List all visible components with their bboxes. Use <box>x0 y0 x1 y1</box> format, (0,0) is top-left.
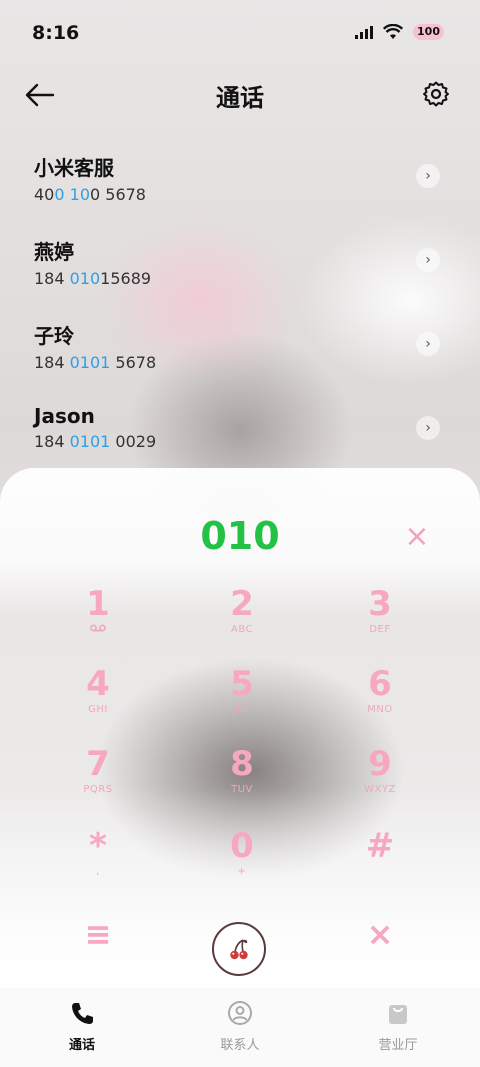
collapse-button[interactable]: × <box>330 914 430 984</box>
clear-button[interactable]: × <box>404 522 430 552</box>
contact-number: 184 0101 0029 <box>34 432 157 451</box>
contact-number: 184 01015689 <box>34 269 152 288</box>
key-1[interactable]: 1 <box>48 584 148 654</box>
key-3[interactable]: 3 DEF <box>330 584 430 654</box>
contact-name: 小米客服 <box>34 156 114 180</box>
chevron-right-icon[interactable]: › <box>416 416 440 440</box>
settings-button[interactable] <box>422 80 450 108</box>
person-icon <box>228 1001 252 1025</box>
contact-name: Jason <box>34 404 95 428</box>
gear-icon <box>423 81 449 107</box>
call-button[interactable] <box>212 922 266 976</box>
battery-icon: 100 <box>413 24 444 40</box>
page-title: 通话 <box>216 84 264 112</box>
close-icon: × <box>404 519 430 554</box>
chevron-right-icon[interactable]: › <box>416 164 440 188</box>
key-7[interactable]: 7 PQRS <box>48 744 148 814</box>
key-9[interactable]: 9 WXYZ <box>330 744 430 814</box>
key-star[interactable]: * , <box>48 826 148 896</box>
menu-button[interactable]: ≡ <box>48 914 148 984</box>
dialpad-panel: 010 × 1 2 ABC 3 DEF 4 GHI 5 JKL 6 MNO 7 … <box>0 468 480 988</box>
cherry-icon <box>230 939 248 960</box>
close-icon: × <box>366 915 394 953</box>
list-item[interactable]: 燕婷 184 01015689 › <box>0 214 480 298</box>
contact-results-list: 小米客服 400 100 5678 › 燕婷 184 01015689 › 子玲… <box>0 130 480 466</box>
title-bar: 通话 <box>0 66 480 126</box>
phone-icon <box>72 1003 93 1024</box>
key-4[interactable]: 4 GHI <box>48 664 148 734</box>
tab-contacts[interactable]: 联系人 <box>185 1000 295 1053</box>
list-item[interactable]: 子玲 184 0101 5678 › <box>0 298 480 382</box>
key-2[interactable]: 2 ABC <box>192 584 292 654</box>
list-item[interactable]: Jason 184 0101 0029 › <box>0 382 480 466</box>
bottom-nav: 通话 联系人 营业厅 <box>0 988 480 1067</box>
tab-calls[interactable]: 通话 <box>27 1000 137 1053</box>
status-bar: 8:16 100 <box>0 0 480 66</box>
wifi-icon <box>383 24 404 39</box>
list-item[interactable]: 小米客服 400 100 5678 › <box>0 130 480 214</box>
key-0[interactable]: 0 + <box>192 826 292 896</box>
contact-name: 子玲 <box>34 324 74 348</box>
chevron-right-icon[interactable]: › <box>416 332 440 356</box>
tab-store[interactable]: 营业厅 <box>343 1000 453 1053</box>
status-icons: 100 <box>355 24 444 40</box>
key-8[interactable]: 8 TUV <box>192 744 292 814</box>
contact-number: 184 0101 5678 <box>34 353 157 372</box>
chevron-right-icon[interactable]: › <box>416 248 440 272</box>
signal-icon <box>355 25 374 39</box>
key-hash[interactable]: # <box>330 826 430 896</box>
key-5[interactable]: 5 JKL <box>192 664 292 734</box>
contact-number: 400 100 5678 <box>34 185 146 204</box>
bag-icon <box>389 1005 407 1024</box>
voicemail-icon <box>48 624 148 636</box>
status-time: 8:16 <box>32 22 80 44</box>
menu-icon: ≡ <box>84 915 112 953</box>
key-6[interactable]: 6 MNO <box>330 664 430 734</box>
contact-name: 燕婷 <box>34 240 74 264</box>
